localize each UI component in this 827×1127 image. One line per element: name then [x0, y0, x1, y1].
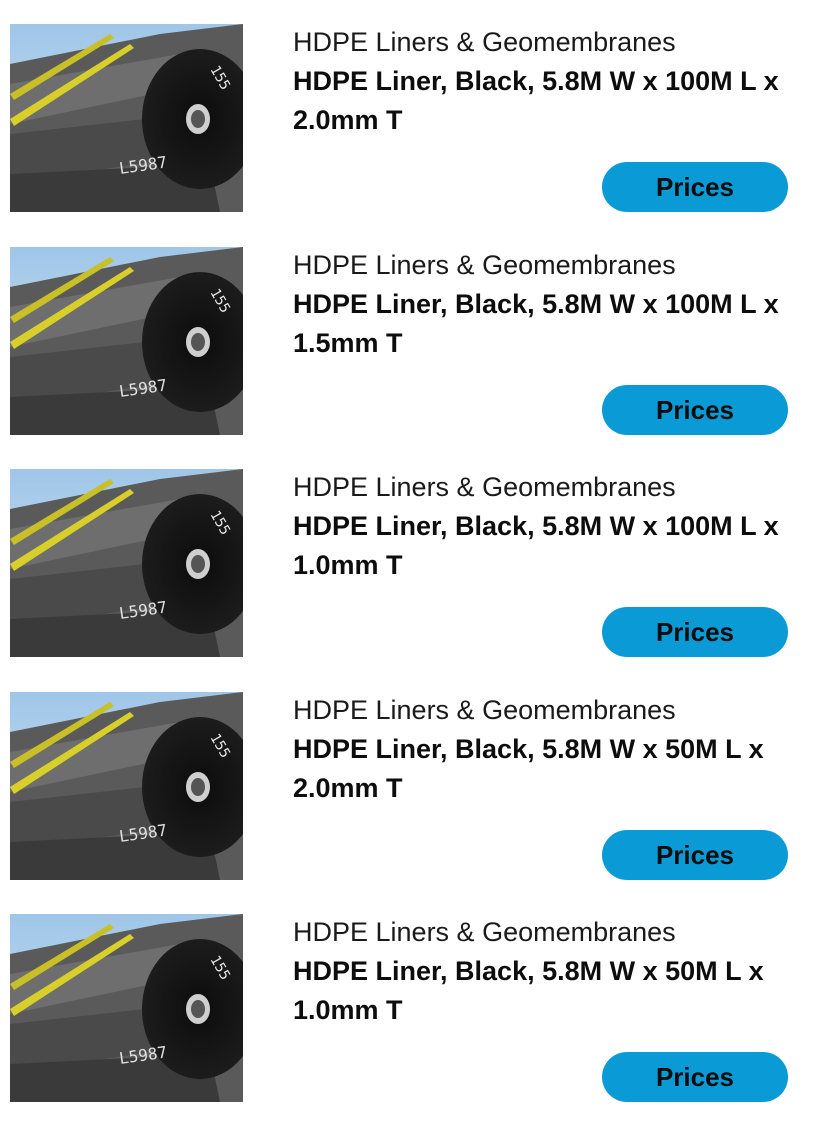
prices-button[interactable]: Prices [602, 1052, 788, 1102]
hdpe-liner-rolls-photo: 155 L5987 [10, 914, 243, 1102]
product-category: HDPE Liners & Geomembranes [293, 695, 676, 725]
product-title[interactable]: HDPE Liner, Black, 5.8M W x 100M L x 1.5… [293, 285, 798, 363]
hdpe-liner-rolls-photo: 155 L5987 [10, 247, 243, 435]
product-category: HDPE Liners & Geomembranes [293, 917, 676, 947]
hdpe-liner-rolls-photo: 155 L5987 [10, 692, 243, 880]
product-title[interactable]: HDPE Liner, Black, 5.8M W x 100M L x 2.0… [293, 62, 798, 140]
prices-button[interactable]: Prices [602, 607, 788, 657]
prices-button[interactable]: Prices [602, 830, 788, 880]
product-card: 155 L5987 HDPE Liners & Geomembranes HDP… [0, 469, 827, 679]
product-category: HDPE Liners & Geomembranes [293, 250, 676, 280]
product-category: HDPE Liners & Geomembranes [293, 27, 676, 57]
product-card: 155 L5987 HDPE Liners & Geomembranes HDP… [0, 914, 827, 1124]
prices-button[interactable]: Prices [602, 385, 788, 435]
product-title[interactable]: HDPE Liner, Black, 5.8M W x 100M L x 1.0… [293, 507, 798, 585]
hdpe-liner-rolls-photo: 155 L5987 [10, 24, 243, 212]
product-image[interactable]: 155 L5987 [10, 914, 243, 1102]
product-card: 155 L5987 HDPE Liners & Geomembranes HDP… [0, 247, 827, 457]
product-image[interactable]: 155 L5987 [10, 692, 243, 880]
prices-button[interactable]: Prices [602, 162, 788, 212]
product-title[interactable]: HDPE Liner, Black, 5.8M W x 50M L x 2.0m… [293, 730, 798, 808]
product-category: HDPE Liners & Geomembranes [293, 472, 676, 502]
product-card: 155 L5987 HDPE Liners & Geomembranes HDP… [0, 24, 827, 234]
product-card: 155 L5987 HDPE Liners & Geomembranes HDP… [0, 692, 827, 902]
product-image[interactable]: 155 L5987 [10, 469, 243, 657]
hdpe-liner-rolls-photo: 155 L5987 [10, 469, 243, 657]
product-image[interactable]: 155 L5987 [10, 24, 243, 212]
product-title[interactable]: HDPE Liner, Black, 5.8M W x 50M L x 1.0m… [293, 952, 798, 1030]
product-image[interactable]: 155 L5987 [10, 247, 243, 435]
product-list: 155 L5987 HDPE Liners & Geomembranes HDP… [0, 0, 827, 1127]
